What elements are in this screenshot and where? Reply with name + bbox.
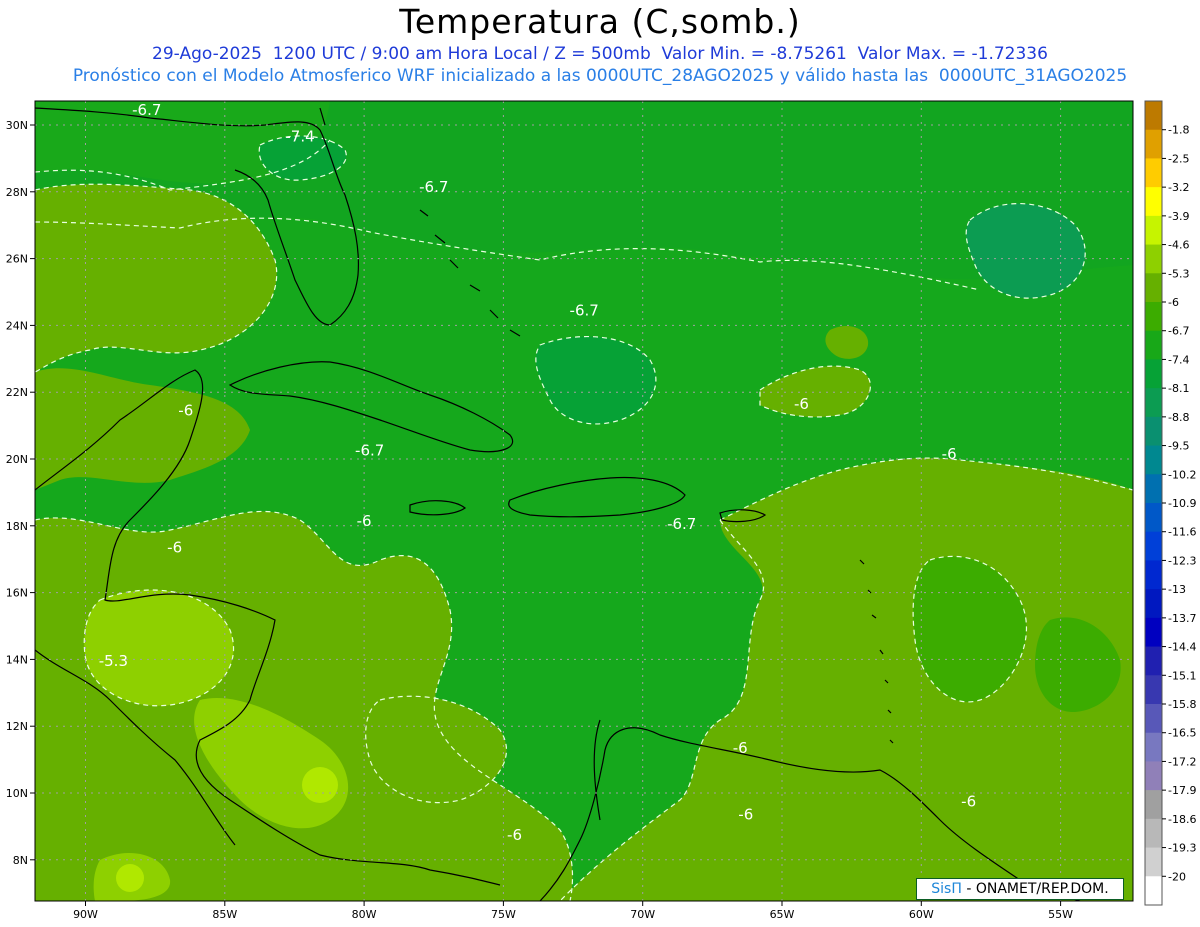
colorbar-swatch [1145,474,1162,504]
colorbar-label: -9.5 [1168,440,1189,453]
colorbar-swatch [1145,215,1162,246]
contour-label: -6.7 [667,515,696,533]
temperature-map: -6.7 -7.4 -6.7 -6.7 -6 -6 -6.7 -6 -6 -6.7 -6 -6 -5.3… [6,100,1196,921]
colorbar-swatch [1145,445,1162,475]
colorbar-label: -11.6 [1168,526,1196,539]
colorbar-swatch [1145,503,1162,533]
colorbar-swatch [1145,244,1162,274]
colorbar-label: -3.9 [1168,210,1189,223]
colorbar-label: -10.9 [1168,497,1196,510]
colorbar-swatch [1145,790,1162,820]
colorbar-swatch [1145,732,1162,762]
lat-label: 28N [6,186,28,199]
contour-label: -6 [178,402,193,420]
lat-label: 14N [6,653,28,666]
lat-label: 18N [6,520,28,533]
colorbar-swatch [1145,589,1162,619]
colorbar-label: -8.8 [1168,411,1189,424]
colorbar-label: -20 [1168,870,1186,883]
longitude-labels: 90W 85W 80W 75W 70W 65W 60W 55W [73,901,1073,921]
colorbar-swatch [1145,101,1162,131]
contour-label: -6 [357,512,372,530]
colorbar-swatch [1145,617,1162,648]
contour-label: -6 [961,792,976,810]
lat-label: 30N [6,119,28,132]
colorbar-swatch [1145,388,1162,418]
colorbar-label: -2.5 [1168,152,1189,165]
lon-label: 90W [73,908,98,921]
sispi-logo-text: SisΠ [931,881,962,897]
colorbar-swatch [1145,646,1162,676]
lat-label: 16N [6,587,28,600]
lat-label: 12N [6,720,28,733]
colorbar-swatch [1145,560,1162,590]
colorbar-swatch [1145,818,1162,849]
lon-label: 55W [1048,908,1073,921]
contour-label: -7.4 [285,128,314,146]
colorbar-swatch [1145,531,1162,561]
lat-label: 20N [6,453,28,466]
colorbar-label: -6 [1168,296,1179,309]
colorbar-label: -13 [1168,583,1186,596]
colorbar-swatch [1145,187,1162,217]
colorbar-label: -6.7 [1168,325,1189,338]
contour-label: -6.7 [419,178,448,196]
colorbar-label: -19.3 [1168,842,1196,855]
colorbar-label: -3.2 [1168,181,1189,194]
colorbar-label: -17.2 [1168,755,1196,768]
lat-label: 8N [13,854,28,867]
colorbar-swatch [1145,847,1162,877]
contour-label: -6 [733,739,748,757]
contour-label: -6 [942,445,957,463]
colorbar-label: -10.2 [1168,468,1196,481]
temperature-field [35,101,1133,901]
lon-label: 75W [491,908,516,921]
colorbar-label: -8.1 [1168,382,1189,395]
contour-label: -6.7 [570,301,599,319]
latitude-labels: 30N 28N 26N 24N 22N 20N 18N 16N 14N 12N 10N 8N [6,119,35,867]
lat-label: 10N [6,787,28,800]
contour-label: -6 [507,826,522,844]
colorbar-label: -16.5 [1168,727,1196,740]
colorbar-swatch [1145,704,1162,734]
contour-label: -6 [794,395,809,413]
contour-label: -6.7 [132,101,161,119]
colorbar-swatch [1145,158,1162,188]
colorbar-swatch [1145,416,1162,447]
colorbar-swatch [1145,761,1162,791]
credit-text: - ONAMET/REP.DOM. [961,881,1109,897]
lat-label: 26N [6,253,28,266]
colorbar-label: -18.6 [1168,813,1196,826]
lat-label: 24N [6,319,28,332]
colorbar-label: -4.6 [1168,239,1189,252]
lat-label: 22N [6,386,28,399]
colorbar-label: -7.4 [1168,353,1189,366]
colorbar-swatch [1145,876,1162,906]
colorbar-swatch [1145,302,1162,332]
contour-label: -6.7 [355,442,384,460]
colorbar-swatch [1145,273,1162,303]
colorbar-label: -14.4 [1168,641,1196,654]
colorbar-swatch [1145,330,1162,360]
colorbar-swatch [1145,129,1162,159]
lon-label: 80W [352,908,377,921]
lon-label: 70W [630,908,655,921]
lon-label: 65W [770,908,795,921]
colorbar-label: -12.3 [1168,554,1196,567]
contour-label: -6 [738,806,753,824]
colorbar-legend: -1.8 -2.5 -3.2 -3.9 -4.6 -5.3 -6 -6.7 -7.4 -8.1 -8… [1144,100,1196,906]
colorbar-label: -5.3 [1168,267,1189,280]
colorbar-label: -1.8 [1168,124,1189,137]
colorbar-label: -15.8 [1168,698,1196,711]
colorbar-label: -13.7 [1168,612,1196,625]
credit-label: SisΠ - ONAMET/REP.DOM. [916,878,1124,900]
colorbar-swatch [1145,675,1162,705]
colorbar-label: -15.1 [1168,669,1196,682]
colorbar-swatch [1145,359,1162,389]
lon-label: 85W [212,908,237,921]
contour-label: -6 [167,539,182,557]
colorbar-label: -17.9 [1168,784,1196,797]
lon-label: 60W [909,908,934,921]
contour-label: -5.3 [99,652,128,670]
